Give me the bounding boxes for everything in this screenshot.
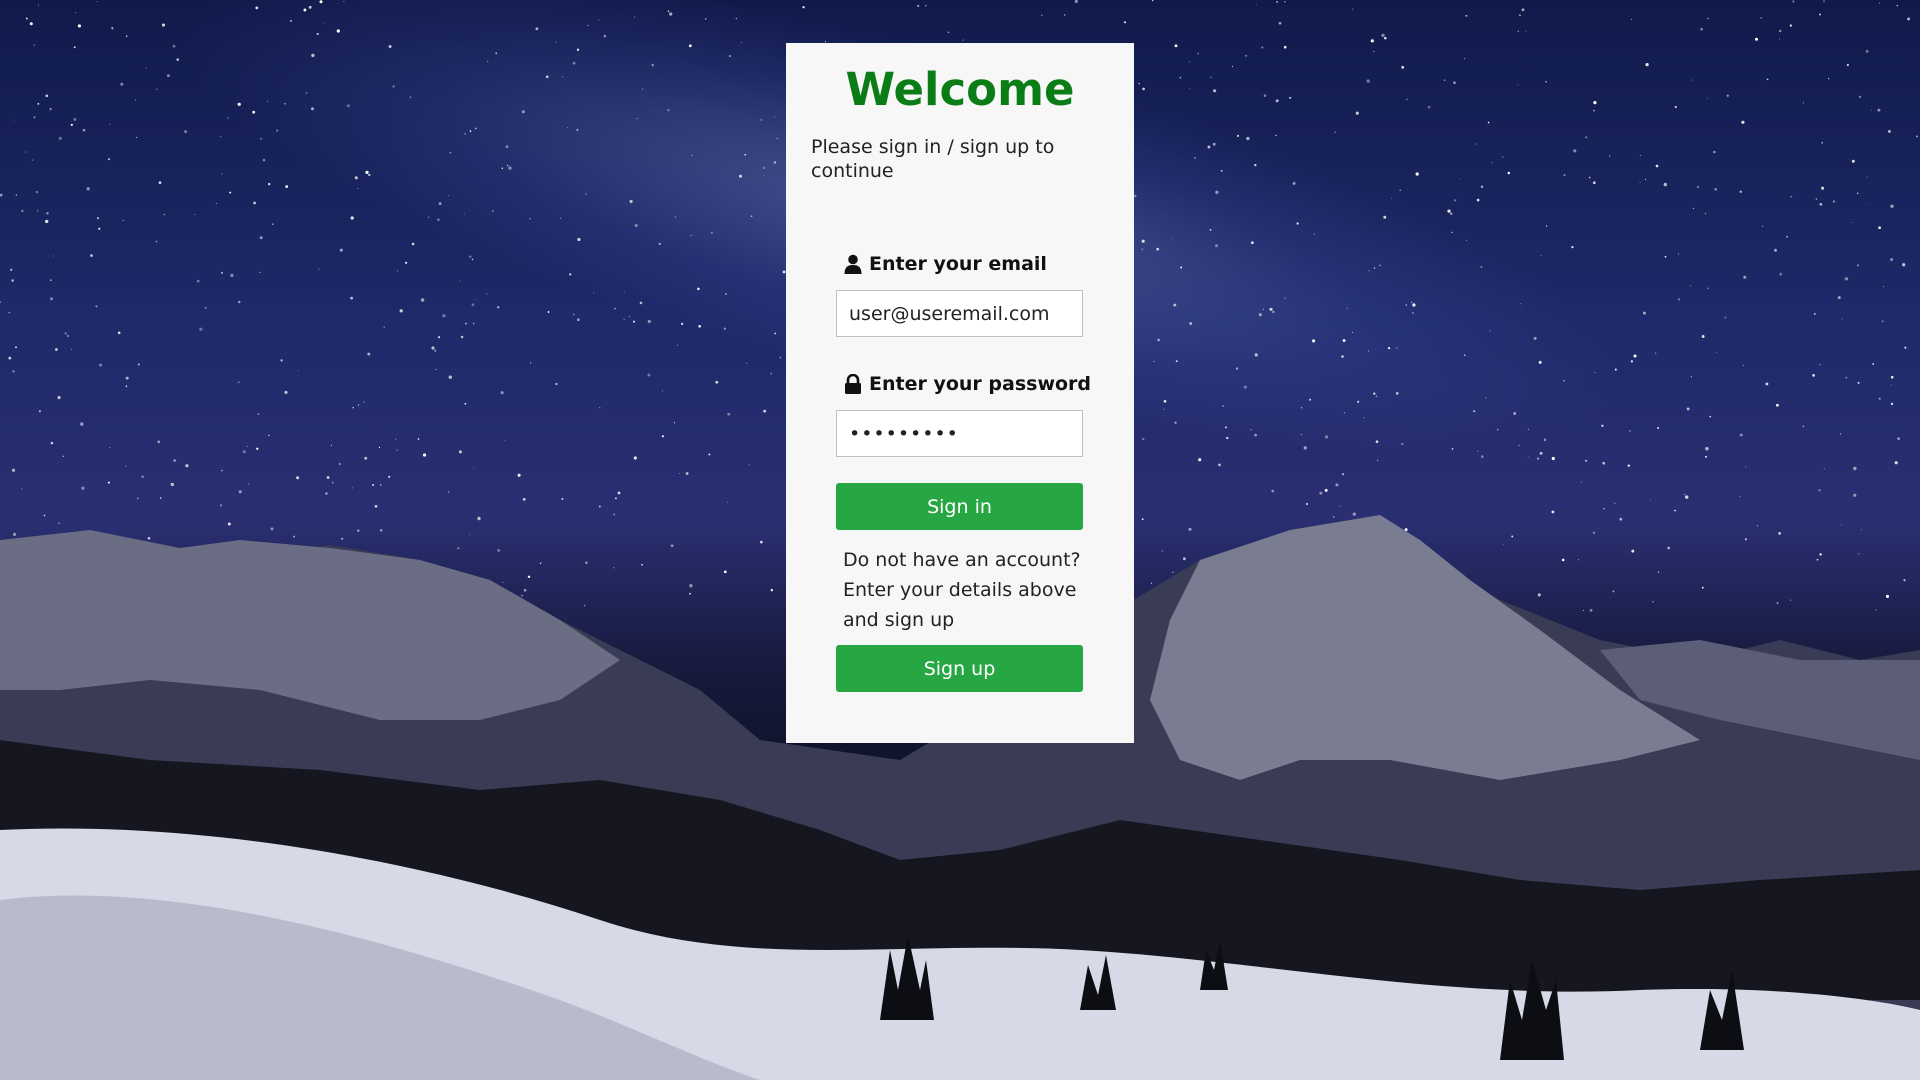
- user-icon: [844, 254, 862, 274]
- sign-in-button[interactable]: Sign in: [836, 483, 1083, 530]
- email-label-text: Enter your email: [869, 253, 1047, 275]
- lock-icon: [844, 373, 862, 394]
- email-label: Enter your email: [844, 253, 1047, 275]
- email-input[interactable]: [836, 290, 1083, 337]
- welcome-title: Welcome: [845, 63, 1075, 116]
- sign-up-button[interactable]: Sign up: [836, 645, 1083, 692]
- login-card: Welcome Please sign in / sign up to cont…: [786, 43, 1134, 743]
- signup-hint-text: Do not have an account? Enter your detai…: [843, 549, 1081, 631]
- password-label-text: Enter your password: [869, 373, 1092, 395]
- subtitle-text: Please sign in / sign up to continue: [811, 136, 1055, 182]
- password-label: Enter your password: [844, 373, 1091, 395]
- password-input[interactable]: [836, 410, 1083, 457]
